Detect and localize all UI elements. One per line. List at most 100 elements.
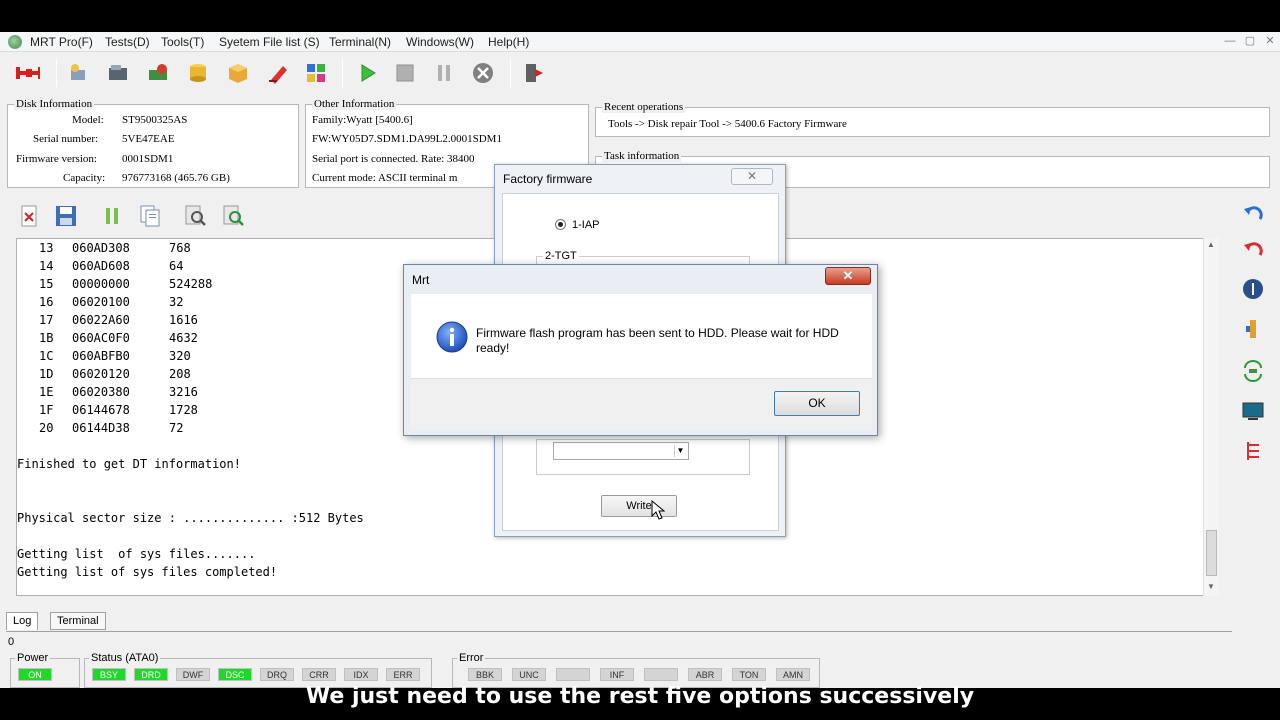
modules-icon[interactable] — [304, 61, 328, 85]
dt-cell: 1728 — [169, 403, 198, 417]
repair-tool-icon[interactable] — [146, 61, 170, 85]
chevron-down-icon: ▼ — [674, 445, 686, 457]
tree-list-icon[interactable] — [1240, 438, 1266, 464]
stop-icon[interactable] — [393, 61, 417, 85]
menu-tools[interactable]: Tools(T) — [161, 35, 204, 49]
play-icon[interactable] — [356, 61, 380, 85]
status-ata-title: Status (ATA0) — [89, 652, 161, 664]
scroll-thumb[interactable] — [1206, 530, 1217, 576]
mrt-dialog-title: Mrt — [412, 273, 430, 287]
pause-icon[interactable] — [432, 61, 456, 85]
mrt-application-window: MRT Pro(F) Tests(D) Tools(T) Syetem File… — [0, 32, 1280, 688]
dt-cell: 06020120 — [72, 367, 130, 381]
factory-dialog-title: Factory firmware — [503, 172, 593, 186]
main-toolbar — [0, 53, 1280, 93]
menu-windows[interactable]: Windows(W) — [406, 35, 474, 49]
dt-cell: 17 — [39, 313, 54, 327]
save-log-icon[interactable] — [54, 204, 78, 228]
copy-log-icon[interactable] — [138, 204, 162, 228]
option1-radio[interactable] — [555, 219, 566, 230]
write-button[interactable]: Write — [601, 495, 677, 517]
menu-mrt-pro[interactable]: MRT Pro(F) — [30, 35, 93, 49]
minimize-button[interactable]: — — [1222, 34, 1238, 48]
undo-icon[interactable] — [1240, 202, 1266, 228]
dt-cell: 1B — [39, 331, 54, 345]
status-flag-dsc: DSC — [218, 668, 252, 681]
error-flag-abr: ABR — [688, 668, 722, 681]
restore-button[interactable]: ▢ — [1242, 34, 1258, 48]
firmware-value: 0001SDM1 — [122, 153, 174, 165]
recent-operations-text: Tools -> Disk repair Tool -> 5400.6 Fact… — [608, 118, 847, 130]
error-flag-blank — [556, 668, 590, 681]
eraser-icon[interactable] — [266, 61, 290, 85]
side-toolbar — [1236, 198, 1270, 498]
tab-log[interactable]: Log — [6, 612, 39, 630]
convert-binary-icon[interactable] — [1240, 358, 1266, 384]
tab-terminal[interactable]: Terminal — [50, 612, 106, 630]
dt-cell: 1C — [39, 349, 54, 363]
disconnect-icon[interactable] — [16, 61, 40, 85]
mrt-message-dialog: Mrt ✕ Firmware flash program has been se… — [403, 264, 878, 436]
log-completed-line: Getting list of sys files completed! — [17, 565, 278, 579]
dt-cell: 1616 — [169, 313, 198, 327]
dt-cell: 4632 — [169, 331, 198, 345]
redo-red-icon[interactable] — [1240, 238, 1266, 264]
dt-cell: 060AD608 — [72, 259, 130, 273]
dt-cell: 06022A60 — [72, 313, 130, 327]
menu-help[interactable]: Help(H) — [488, 35, 529, 49]
status-flag-crr: CRR — [302, 668, 336, 681]
dt-cell: 32 — [169, 295, 184, 309]
dt-cell: 06020380 — [72, 385, 130, 399]
dt-cell: 06144D38 — [72, 421, 130, 435]
factory-close-button[interactable]: ✕ — [731, 168, 773, 185]
serial-port-status: Serial port is connected. Rate: 38400 — [312, 153, 475, 165]
scroll-up-icon[interactable]: ▲ — [1207, 240, 1215, 249]
capacity-value: 976773168 (465.76 GB) — [122, 172, 230, 184]
dt-cell: 320 — [169, 349, 191, 363]
package-icon[interactable] — [226, 61, 250, 85]
clear-log-icon[interactable] — [18, 204, 42, 228]
cancel-icon[interactable] — [471, 61, 495, 85]
status-flag-bsy: BSY — [92, 668, 126, 681]
status-flag-dwf: DWF — [176, 668, 210, 681]
serial-value: 5VE47EAE — [122, 133, 175, 145]
menu-system-file-list[interactable]: Syetem File list (S) — [219, 35, 320, 49]
ok-button[interactable]: OK — [774, 391, 860, 416]
mrt-close-button[interactable]: ✕ — [825, 267, 871, 285]
find-next-icon[interactable] — [222, 204, 246, 228]
status-flag-idx: IDX — [344, 668, 378, 681]
firmware-select[interactable]: ▼ — [553, 442, 689, 460]
menu-terminal[interactable]: Terminal(N) — [329, 35, 391, 49]
log-scrollbar[interactable]: ▲ ▼ — [1203, 238, 1219, 596]
dt-cell: 15 — [39, 277, 54, 291]
error-title: Error — [457, 652, 486, 664]
other-information-title: Other Information — [312, 98, 397, 110]
serial-label: Serial number: — [33, 133, 99, 145]
close-window-button[interactable]: ✕ — [1262, 34, 1278, 48]
scroll-down-icon[interactable]: ▼ — [1207, 582, 1215, 591]
menu-tests[interactable]: Tests(D) — [105, 35, 150, 49]
drive-tool-icon[interactable] — [106, 61, 130, 85]
dt-cell: 06144678 — [72, 403, 130, 417]
option2-label: 2-TGT — [543, 250, 579, 262]
log-getting-line: Getting list of sys files....... — [17, 547, 256, 561]
dt-cell: 3216 — [169, 385, 198, 399]
dt-cell: 16 — [39, 295, 54, 309]
info-disc-icon[interactable] — [1240, 276, 1266, 302]
dt-cell: 13 — [39, 241, 54, 255]
pause-log-icon[interactable] — [100, 204, 124, 228]
database-icon[interactable] — [186, 61, 210, 85]
dt-cell: 72 — [169, 421, 184, 435]
search-log-icon[interactable] — [184, 204, 208, 228]
exit-icon[interactable] — [522, 61, 546, 85]
capacity-label: Capacity: — [63, 172, 106, 184]
tool-bars-icon[interactable] — [1240, 316, 1266, 342]
mrt-dialog-footer: OK — [411, 378, 872, 430]
key-tool-icon[interactable] — [66, 61, 90, 85]
monitor-icon[interactable] — [1240, 398, 1266, 424]
dt-cell: 06020100 — [72, 295, 130, 309]
status-counter: 0 — [8, 636, 15, 648]
dt-cell: 14 — [39, 259, 54, 273]
current-mode: Current mode: ASCII terminal m — [312, 172, 458, 184]
model-value: ST9500325AS — [122, 114, 188, 126]
